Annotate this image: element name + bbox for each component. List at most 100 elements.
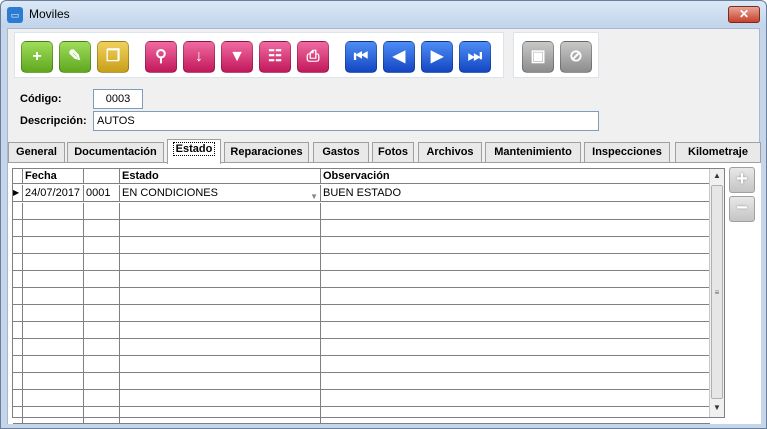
empty-cell[interactable]	[23, 288, 84, 305]
empty-table-row[interactable]	[13, 288, 710, 305]
empty-cell[interactable]	[120, 203, 321, 220]
tab-reparaciones[interactable]: Reparaciones	[224, 142, 309, 163]
cell-observacion[interactable]: BUEN ESTADO	[321, 185, 710, 202]
empty-cell[interactable]	[13, 322, 23, 339]
empty-table-row[interactable]	[13, 339, 710, 356]
empty-cell[interactable]	[23, 254, 84, 271]
empty-cell[interactable]	[321, 288, 710, 305]
codigo-field[interactable]: 0003	[93, 89, 143, 109]
tab-inspecciones[interactable]: Inspecciones	[584, 142, 670, 163]
empty-cell[interactable]	[23, 339, 84, 356]
empty-cell[interactable]	[84, 407, 120, 424]
first-icon[interactable]: ⏮	[345, 41, 377, 73]
empty-table-row[interactable]	[13, 305, 710, 322]
empty-cell[interactable]	[321, 339, 710, 356]
empty-table-row[interactable]	[13, 237, 710, 254]
previous-icon[interactable]: ◀	[383, 41, 415, 73]
empty-cell[interactable]	[84, 237, 120, 254]
empty-cell[interactable]	[120, 322, 321, 339]
empty-cell[interactable]	[321, 220, 710, 237]
tab-mantenimiento[interactable]: Mantenimiento	[485, 142, 581, 163]
tab-fotos[interactable]: Fotos	[372, 142, 414, 163]
search-icon[interactable]: ⚲	[145, 41, 177, 73]
tab-archivos[interactable]: Archivos	[418, 142, 482, 163]
empty-cell[interactable]	[120, 390, 321, 407]
duplicate-icon[interactable]: ❐	[97, 41, 129, 73]
empty-cell[interactable]	[321, 322, 710, 339]
empty-cell[interactable]	[120, 288, 321, 305]
empty-cell[interactable]	[13, 203, 23, 220]
empty-cell[interactable]	[120, 254, 321, 271]
empty-cell[interactable]	[84, 390, 120, 407]
header-estado[interactable]: Estado	[120, 169, 321, 184]
empty-cell[interactable]	[120, 356, 321, 373]
empty-cell[interactable]	[84, 305, 120, 322]
edit-icon[interactable]: ✎	[59, 41, 91, 73]
empty-table-row[interactable]	[13, 407, 710, 424]
cancel-icon[interactable]: ⊘	[560, 41, 592, 73]
scroll-thumb[interactable]: ≡	[711, 185, 723, 399]
next-icon[interactable]: ▶	[421, 41, 453, 73]
empty-cell[interactable]	[120, 220, 321, 237]
empty-table-row[interactable]	[13, 271, 710, 288]
empty-table-row[interactable]	[13, 220, 710, 237]
descripcion-field[interactable]: AUTOS	[93, 111, 599, 131]
empty-cell[interactable]	[13, 390, 23, 407]
empty-cell[interactable]	[84, 322, 120, 339]
empty-cell[interactable]	[321, 237, 710, 254]
empty-table-row[interactable]	[13, 322, 710, 339]
empty-cell[interactable]	[13, 237, 23, 254]
empty-cell[interactable]	[23, 390, 84, 407]
empty-cell[interactable]	[23, 322, 84, 339]
add-icon[interactable]: +	[21, 41, 53, 73]
empty-cell[interactable]	[321, 305, 710, 322]
empty-cell[interactable]	[23, 305, 84, 322]
tab-kilometraje[interactable]: Kilometraje	[675, 142, 761, 163]
empty-cell[interactable]	[120, 339, 321, 356]
empty-cell[interactable]	[84, 254, 120, 271]
empty-cell[interactable]	[13, 373, 23, 390]
empty-cell[interactable]	[13, 356, 23, 373]
empty-cell[interactable]	[13, 305, 23, 322]
print-icon[interactable]: ⎙	[297, 41, 329, 73]
empty-table-row[interactable]	[13, 390, 710, 407]
tab-documentacion[interactable]: Documentación	[67, 142, 164, 163]
empty-cell[interactable]	[13, 220, 23, 237]
empty-cell[interactable]	[120, 237, 321, 254]
empty-cell[interactable]	[23, 237, 84, 254]
empty-cell[interactable]	[120, 373, 321, 390]
empty-cell[interactable]	[321, 407, 710, 424]
empty-cell[interactable]	[13, 271, 23, 288]
tab-gastos[interactable]: Gastos	[313, 142, 369, 163]
remove-row-button[interactable]: −	[729, 196, 755, 222]
empty-cell[interactable]	[84, 271, 120, 288]
header-fecha[interactable]: Fecha	[23, 169, 84, 184]
scroll-down-icon[interactable]: ▼	[710, 401, 724, 415]
cell-codigo[interactable]: 0001	[84, 185, 120, 202]
empty-cell[interactable]	[23, 407, 84, 424]
empty-cell[interactable]	[23, 356, 84, 373]
empty-cell[interactable]	[321, 254, 710, 271]
add-row-button[interactable]: +	[729, 167, 755, 193]
cell-estado-combo[interactable]: EN CONDICIONES ▼	[120, 185, 321, 202]
empty-table-row[interactable]	[13, 254, 710, 271]
empty-cell[interactable]	[13, 288, 23, 305]
empty-cell[interactable]	[84, 203, 120, 220]
empty-cell[interactable]	[23, 220, 84, 237]
empty-cell[interactable]	[321, 390, 710, 407]
scroll-up-icon[interactable]: ▲	[710, 169, 724, 183]
empty-table-row[interactable]	[13, 203, 710, 220]
empty-cell[interactable]	[321, 271, 710, 288]
empty-cell[interactable]	[321, 373, 710, 390]
vertical-scrollbar[interactable]: ▲ ≡ ▼	[709, 169, 724, 417]
header-observacion[interactable]: Observación	[321, 169, 710, 184]
empty-cell[interactable]	[321, 356, 710, 373]
empty-cell[interactable]	[13, 339, 23, 356]
sort-icon[interactable]: ↓	[183, 41, 215, 73]
empty-cell[interactable]	[23, 271, 84, 288]
empty-cell[interactable]	[13, 254, 23, 271]
empty-cell[interactable]	[120, 271, 321, 288]
header-codigo[interactable]	[84, 169, 120, 184]
empty-cell[interactable]	[321, 203, 710, 220]
empty-cell[interactable]	[84, 220, 120, 237]
